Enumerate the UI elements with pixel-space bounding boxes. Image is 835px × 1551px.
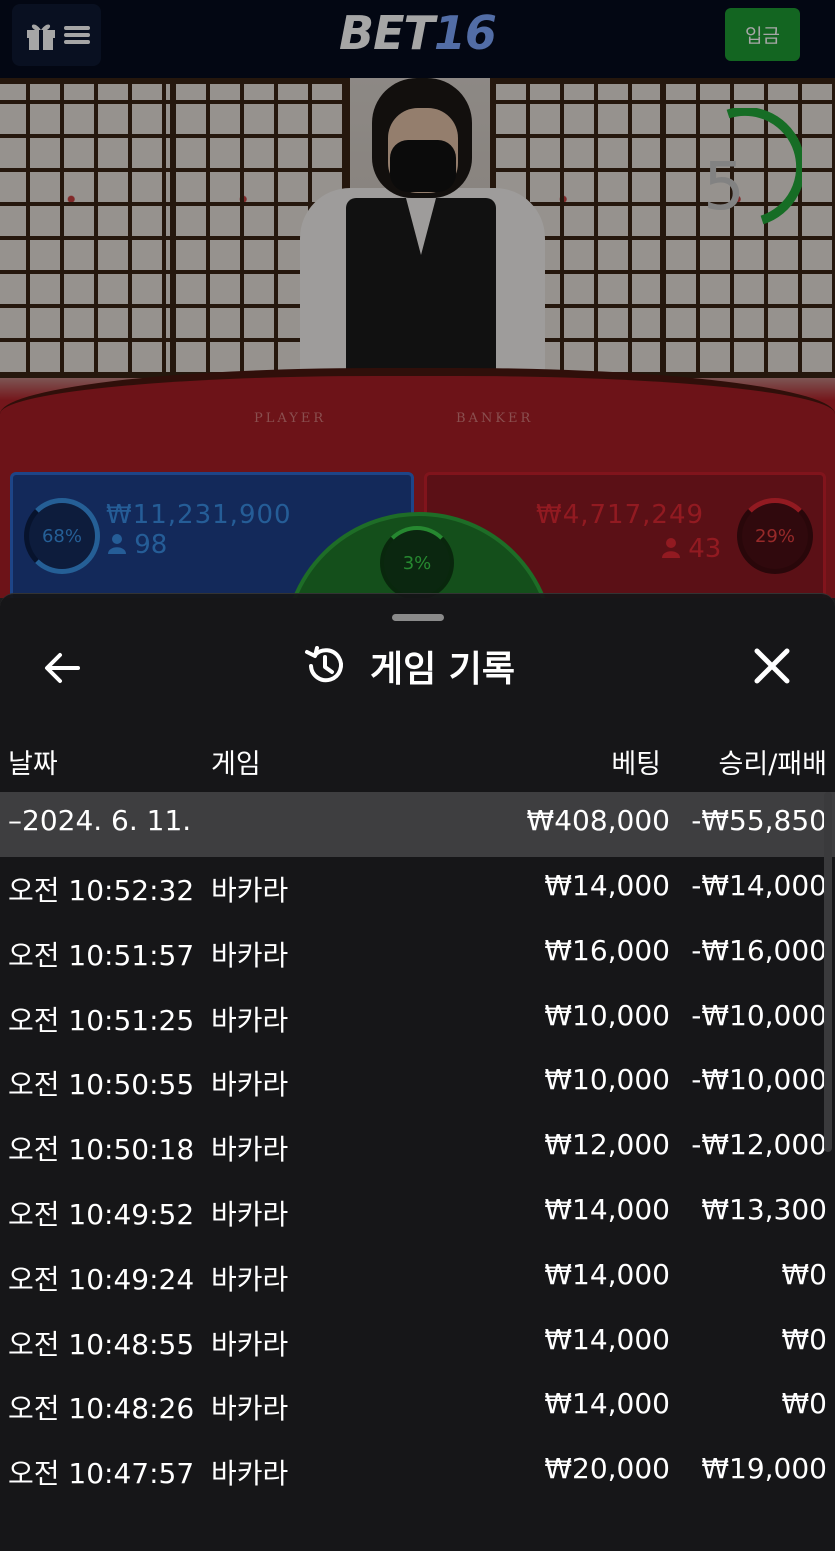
arrow-left-icon[interactable] [40,646,84,690]
summary-result: -₩55,850 [691,804,827,837]
row-result: ₩0 [781,1387,828,1421]
row-result: ₩0 [781,1257,828,1291]
column-header-date: 날짜 [8,749,58,780]
row-time: 오전 10:49:52 [8,1198,195,1231]
date-summary-row[interactable]: –2024. 6. 11. ₩408,000 -₩55,850 [0,792,835,857]
row-bet: ₩20,000 [544,1452,670,1486]
row-bet: ₩14,000 [544,1257,670,1291]
close-icon[interactable] [752,646,792,686]
row-time: 오전 10:47:57 [8,1457,195,1491]
row-bet: ₩10,000 [544,998,670,1032]
drag-handle[interactable] [392,614,444,621]
row-result: ₩19,000 [701,1452,827,1486]
row-time: 오전 10:48:26 [8,1392,195,1426]
history-row[interactable]: 오전 10:49:24 바카라 ₩14,000 ₩0 [0,1246,835,1311]
row-bet: ₩14,000 [544,1193,670,1226]
history-row[interactable]: 오전 10:49:52 바카라 ₩14,000 ₩13,300 [0,1181,835,1246]
row-bet: ₩14,000 [544,869,670,902]
row-game: 바카라 [211,1392,289,1426]
row-result: -₩14,000 [691,869,827,902]
game-history-sheet: 게임 기록 날짜 게임 베팅 승리/패배 –2024. 6. 11. ₩408,… [0,593,835,1551]
row-result: -₩10,000 [691,998,827,1032]
history-row[interactable]: 오전 10:51:57 바카라 ₩16,000 -₩16,000 [0,922,835,987]
history-row[interactable]: 오전 10:50:55 바카라 ₩10,000 -₩10,000 [0,1051,835,1116]
row-result: ₩0 [781,1322,828,1356]
row-bet: ₩16,000 [544,933,670,967]
row-time: 오전 10:50:55 [8,1068,195,1102]
row-game: 바카라 [211,1457,289,1491]
row-game: 바카라 [211,1003,289,1037]
row-time: 오전 10:51:25 [8,1003,195,1037]
row-game: 바카라 [211,1262,289,1296]
row-game: 바카라 [211,1133,289,1167]
row-bet: ₩14,000 [544,1322,670,1356]
history-row[interactable]: 오전 10:48:55 바카라 ₩14,000 ₩0 [0,1311,835,1376]
row-result: ₩13,300 [701,1193,827,1226]
scrollbar[interactable] [824,792,832,1152]
history-row[interactable]: 오전 10:52:32 바카라 ₩14,000 -₩14,000 [0,857,835,922]
history-row[interactable]: 오전 10:48:26 바카라 ₩14,000 ₩0 [0,1375,835,1440]
column-header-game: 게임 [211,749,261,780]
row-result: -₩10,000 [691,1063,827,1097]
column-header-result: 승리/패배 [718,749,827,780]
row-time: 오전 10:50:18 [8,1133,195,1167]
row-bet: ₩12,000 [544,1128,670,1162]
summary-bet: ₩408,000 [526,804,670,837]
row-result: -₩12,000 [691,1128,827,1162]
row-bet: ₩14,000 [544,1387,670,1421]
row-time: 오전 10:49:24 [8,1262,195,1296]
column-header-bet: 베팅 [611,749,661,780]
row-time: 오전 10:52:32 [8,874,195,907]
history-row[interactable]: 오전 10:51:25 바카라 ₩10,000 -₩10,000 [0,987,835,1052]
summary-date: –2024. 6. 11. [8,804,192,837]
row-game: 바카라 [211,874,289,907]
row-game: 바카라 [211,1327,289,1361]
row-bet: ₩10,000 [544,1063,670,1097]
history-row[interactable]: 오전 10:50:18 바카라 ₩12,000 -₩12,000 [0,1116,835,1181]
row-result: -₩16,000 [691,933,827,967]
row-time: 오전 10:51:57 [8,938,195,972]
row-time: 오전 10:48:55 [8,1327,195,1361]
row-game: 바카라 [211,938,289,972]
history-icon [305,646,343,683]
row-game: 바카라 [211,1068,289,1102]
row-game: 바카라 [211,1198,289,1231]
sheet-title: 게임 기록 [370,649,516,690]
history-row[interactable]: 오전 10:47:57 바카라 ₩20,000 ₩19,000 [0,1440,835,1505]
